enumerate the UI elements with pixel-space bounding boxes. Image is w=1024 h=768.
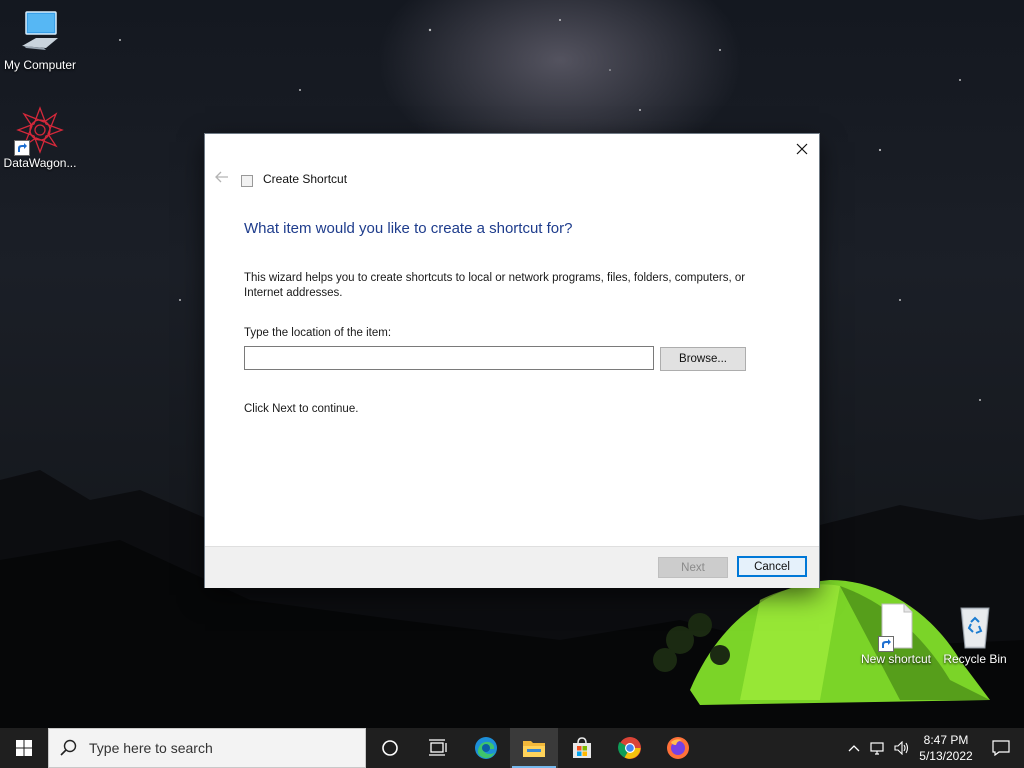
cancel-button[interactable]: Cancel xyxy=(737,556,807,577)
taskbar: Type here to search 8:47 PM 5/13/2022 xyxy=(0,728,1024,768)
network-icon xyxy=(870,742,884,755)
desktop-icon-label: Recycle Bin xyxy=(943,652,1007,666)
desktop-icon-my-computer[interactable]: My Computer xyxy=(0,8,80,72)
edge-button[interactable] xyxy=(462,728,510,768)
chrome-icon xyxy=(618,737,641,759)
datawagon-logo-icon xyxy=(14,106,64,156)
back-arrow-icon xyxy=(215,171,228,183)
desktop: My Computer DataWagon... New shortcut Re… xyxy=(0,0,1024,728)
monitor-icon xyxy=(16,8,64,56)
dialog-footer: Next Cancel xyxy=(205,546,819,588)
clock-time: 8:47 PM xyxy=(923,733,969,747)
blank-file-icon xyxy=(872,602,920,652)
back-button[interactable] xyxy=(213,170,231,188)
shortcut-arrow-icon xyxy=(878,636,894,652)
desktop-icon-datawagon[interactable]: DataWagon... xyxy=(0,106,80,170)
next-button[interactable]: Next xyxy=(658,557,728,578)
store-icon xyxy=(573,737,591,758)
cortana-button[interactable] xyxy=(366,728,414,768)
desktop-icon-label: My Computer xyxy=(3,58,77,72)
close-icon xyxy=(796,143,808,155)
shortcut-arrow-icon xyxy=(14,140,30,156)
desktop-icon-label: New shortcut xyxy=(860,652,932,666)
location-input[interactable] xyxy=(244,346,654,370)
file-explorer-button[interactable] xyxy=(510,728,558,768)
clock-date: 5/13/2022 xyxy=(919,749,973,763)
chevron-up-icon xyxy=(848,745,860,752)
firefox-icon xyxy=(667,737,689,759)
location-label: Type the location of the item: xyxy=(244,327,392,339)
desktop-icon-new-shortcut[interactable]: New shortcut xyxy=(856,602,936,666)
search-placeholder: Type here to search xyxy=(89,740,213,756)
system-tray: 8:47 PM 5/13/2022 xyxy=(842,728,1024,768)
store-button[interactable] xyxy=(558,728,606,768)
close-button[interactable] xyxy=(785,134,819,164)
network-button[interactable] xyxy=(866,728,890,768)
edge-icon xyxy=(475,737,497,759)
windows-logo-icon xyxy=(16,740,32,756)
task-view-button[interactable] xyxy=(414,728,462,768)
action-center-button[interactable] xyxy=(978,728,1024,768)
taskbar-search[interactable]: Type here to search xyxy=(48,728,366,768)
volume-icon xyxy=(894,741,909,755)
wizard-description: This wizard helps you to create shortcut… xyxy=(244,272,746,299)
start-button[interactable] xyxy=(0,728,48,768)
task-view-icon xyxy=(429,739,447,756)
wizard-heading: What item would you like to create a sho… xyxy=(244,220,573,237)
chrome-button[interactable] xyxy=(606,728,654,768)
search-icon xyxy=(49,739,89,757)
taskbar-clock[interactable]: 8:47 PM 5/13/2022 xyxy=(914,732,978,764)
browse-button[interactable]: Browse... xyxy=(660,347,746,371)
cortana-icon xyxy=(382,740,398,756)
recycle-bin-icon xyxy=(951,602,999,650)
show-hidden-icons-button[interactable] xyxy=(842,728,866,768)
file-explorer-icon xyxy=(523,741,545,757)
create-shortcut-dialog: Create Shortcut What item would you like… xyxy=(205,134,819,588)
continue-hint: Click Next to continue. xyxy=(244,403,359,415)
volume-button[interactable] xyxy=(890,728,914,768)
firefox-button[interactable] xyxy=(654,728,702,768)
notification-icon xyxy=(992,740,1010,756)
desktop-icon-label: DataWagon... xyxy=(3,156,77,170)
shortcut-wizard-icon xyxy=(241,175,253,187)
desktop-icon-recycle-bin[interactable]: Recycle Bin xyxy=(935,602,1015,666)
dialog-title: Create Shortcut xyxy=(263,172,348,186)
